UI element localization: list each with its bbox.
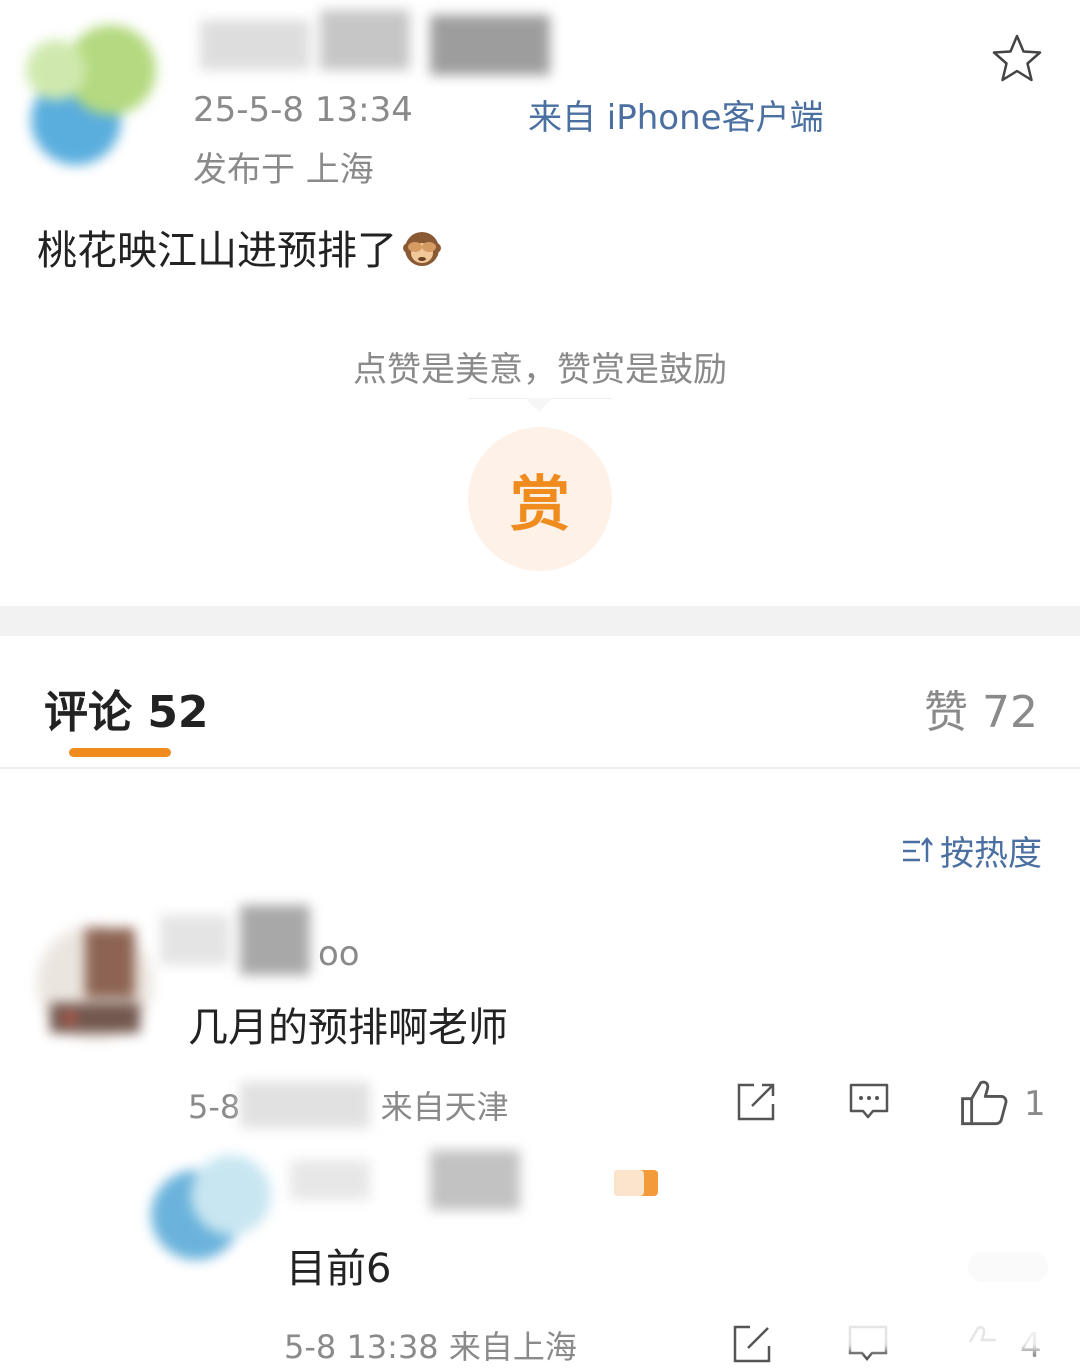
sort-by-hot-button[interactable]: 按热度 — [900, 826, 1042, 875]
post-source[interactable]: 来自 iPhone客户端 — [528, 90, 824, 139]
reply-author-name-obscured[interactable] — [290, 1150, 530, 1210]
reply-text: 目前6 — [286, 1246, 392, 1292]
comment-avatar[interactable] — [30, 918, 160, 1048]
reward-hint-text: 点赞是美意，赞赏是鼓励 — [353, 350, 727, 390]
reply-avatar[interactable] — [136, 1140, 286, 1270]
sort-icon — [903, 836, 933, 862]
comment-time-obscured — [240, 1082, 370, 1128]
share-icon[interactable] — [730, 1322, 774, 1366]
section-divider — [0, 606, 1080, 636]
comment-text: 几月的预排啊老师 — [188, 1005, 508, 1051]
reply-meta: 5-8 13:38 来自上海 — [284, 1328, 577, 1366]
post-text: 桃花映江山进预排了 — [37, 228, 397, 274]
reply-tag — [968, 1252, 1048, 1282]
comment-icon[interactable] — [847, 1080, 891, 1124]
post-author-avatar[interactable] — [16, 10, 166, 170]
bottom-fade — [780, 1290, 1080, 1350]
like-count: 1 — [1024, 1084, 1046, 1124]
post-author-name-obscured[interactable] — [190, 10, 610, 80]
comment-author-name-obscured[interactable] — [160, 905, 330, 985]
post-timestamp: 25-5-8 13:34 — [193, 90, 413, 130]
reward-button[interactable]: 赏 — [468, 427, 612, 571]
comment-time: 5-8 — [188, 1088, 241, 1126]
tabs-divider — [0, 767, 1080, 769]
thumbs-up-icon[interactable] — [958, 1076, 1008, 1126]
post-content: 桃花映江山进预排了 — [37, 218, 443, 276]
reward-pointer — [525, 398, 553, 412]
post-location: 发布于 上海 — [193, 150, 374, 190]
author-badge-icon — [614, 1170, 658, 1196]
see-no-evil-monkey-icon — [403, 232, 441, 266]
comment-author-name[interactable]: oo — [318, 934, 360, 974]
comment-location: 来自天津 — [380, 1088, 509, 1126]
favorite-star-icon[interactable] — [990, 32, 1044, 86]
share-icon[interactable] — [734, 1080, 778, 1124]
sort-label: 按热度 — [940, 834, 1042, 874]
tab-likes[interactable]: 赞 72 — [924, 676, 1038, 740]
tab-comments[interactable]: 评论 52 — [44, 676, 209, 740]
active-tab-indicator — [69, 748, 171, 757]
